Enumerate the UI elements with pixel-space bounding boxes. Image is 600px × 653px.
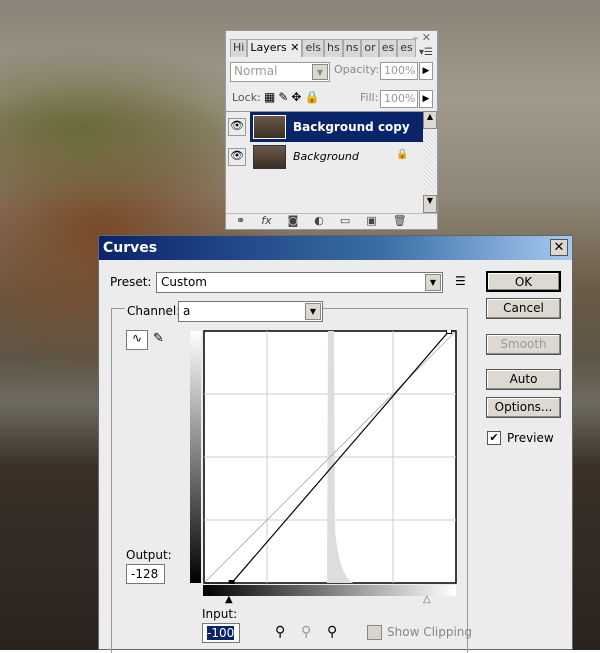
layer-thumbnail: [253, 145, 286, 169]
opacity-slider-button[interactable]: ▶: [419, 62, 433, 80]
layer-row-background[interactable]: 👁 Background 🔒: [226, 142, 423, 172]
layers-footer-toolbar: ⚭ fx ◙ ◐ ▭ ▣ 🗑: [226, 213, 437, 229]
panel-tab[interactable]: or: [361, 39, 379, 57]
blend-mode-value: Normal: [234, 64, 278, 78]
fill-label: Fill:: [360, 91, 379, 104]
fx-icon[interactable]: fx: [261, 214, 271, 229]
adjustment-layer-icon[interactable]: ◐: [314, 214, 324, 229]
black-eyedropper-icon[interactable]: ⚲: [275, 624, 285, 640]
cancel-button[interactable]: Cancel: [486, 298, 561, 319]
output-label: Output:: [126, 548, 172, 562]
preset-value: Custom: [161, 275, 207, 289]
lock-icons[interactable]: ▦✎✥🔒: [264, 90, 322, 104]
chevron-down-icon: ▼: [305, 303, 321, 320]
show-clipping-label: Show Clipping: [387, 625, 473, 639]
chevron-down-icon: ▼: [425, 274, 441, 291]
preview-checkbox[interactable]: ✔: [487, 431, 501, 445]
new-group-icon[interactable]: ▭: [340, 214, 350, 229]
preset-options-icon[interactable]: ☰: [455, 274, 466, 288]
preset-label: Preset:: [110, 275, 152, 289]
panel-tab[interactable]: ns: [342, 39, 362, 57]
visibility-eye-icon[interactable]: 👁: [228, 148, 246, 166]
show-clipping-checkbox[interactable]: [367, 625, 382, 640]
lock-label: Lock:: [232, 91, 261, 104]
panel-tab[interactable]: Layers ✕: [247, 39, 303, 57]
channel-value: a: [183, 304, 191, 318]
channel-select[interactable]: a ▼: [178, 301, 323, 322]
delete-layer-icon[interactable]: 🗑: [393, 214, 407, 229]
lock-paint-icon[interactable]: ✎: [278, 90, 291, 104]
smooth-button[interactable]: Smooth: [486, 334, 561, 355]
input-value: -100: [207, 626, 235, 640]
panel-tab[interactable]: hs: [324, 39, 343, 57]
layer-row-background-copy[interactable]: 👁 Background copy: [226, 112, 423, 142]
new-layer-icon[interactable]: ▣: [366, 214, 376, 229]
visibility-eye-icon[interactable]: 👁: [228, 118, 246, 136]
blend-mode-select[interactable]: Normal ▼: [230, 62, 330, 82]
layers-panel: – ✕ Hi Layers ✕ els hs ns or es es ▾☰ Normal ▼ O…: [225, 30, 438, 230]
gray-eyedropper-icon[interactable]: ⚲: [301, 624, 311, 640]
curve-control-point: [446, 330, 453, 334]
curve-control-point: [228, 580, 235, 584]
fill-slider-button[interactable]: ▶: [419, 90, 433, 108]
output-gradient-bar: [190, 331, 201, 583]
output-field[interactable]: -128: [126, 564, 165, 584]
panel-menu-icon[interactable]: ▾☰: [419, 47, 433, 58]
layers-scrollbar[interactable]: ▲ ▼: [423, 111, 437, 213]
white-point-slider[interactable]: △: [423, 594, 431, 605]
input-field[interactable]: -100: [202, 623, 240, 643]
white-eyedropper-icon[interactable]: ⚲: [327, 624, 337, 640]
layer-thumbnail: [253, 115, 286, 139]
curve-point-tool[interactable]: ∿: [126, 330, 148, 350]
panel-tabs: Hi Layers ✕ els hs ns or es es: [230, 39, 416, 57]
options-button[interactable]: Options...: [486, 397, 561, 418]
lock-move-icon[interactable]: ✥: [291, 90, 304, 104]
dialog-title: Curves: [103, 240, 158, 256]
panel-tab[interactable]: els: [302, 39, 325, 57]
panel-tab[interactable]: Hi: [230, 39, 248, 57]
curves-dialog: Curves ✕ Preset: Custom ▼ ☰ Channel: a ▼ ∿ …: [98, 235, 573, 653]
auto-button[interactable]: Auto: [486, 369, 561, 390]
input-gradient-bar: [203, 585, 456, 596]
panel-tab[interactable]: es: [397, 39, 416, 57]
dialog-titlebar: Curves ✕: [99, 236, 572, 260]
channel-label: Channel:: [125, 304, 183, 318]
opacity-input[interactable]: 100%: [380, 62, 418, 80]
close-button[interactable]: ✕: [550, 239, 568, 256]
fill-input[interactable]: 100%: [380, 90, 418, 108]
layer-name: Background copy: [293, 120, 410, 134]
lock-all-icon[interactable]: 🔒: [304, 90, 322, 104]
lock-transparent-icon[interactable]: ▦: [264, 90, 278, 104]
layer-lock-icon: 🔒: [396, 149, 409, 160]
preview-label: Preview: [507, 431, 554, 445]
preset-select[interactable]: Custom ▼: [156, 272, 443, 293]
opacity-label: Opacity:: [334, 63, 380, 76]
black-point-slider[interactable]: ▲: [225, 594, 233, 605]
add-mask-icon[interactable]: ◙: [288, 214, 299, 229]
link-layers-icon[interactable]: ⚭: [236, 214, 245, 229]
input-label: Input:: [202, 607, 238, 621]
layer-name: Background: [293, 150, 359, 163]
curve-graph[interactable]: [203, 330, 457, 584]
ok-button[interactable]: OK: [486, 271, 561, 292]
panel-tab[interactable]: es: [378, 39, 398, 57]
pencil-icon[interactable]: ✎: [153, 331, 164, 346]
